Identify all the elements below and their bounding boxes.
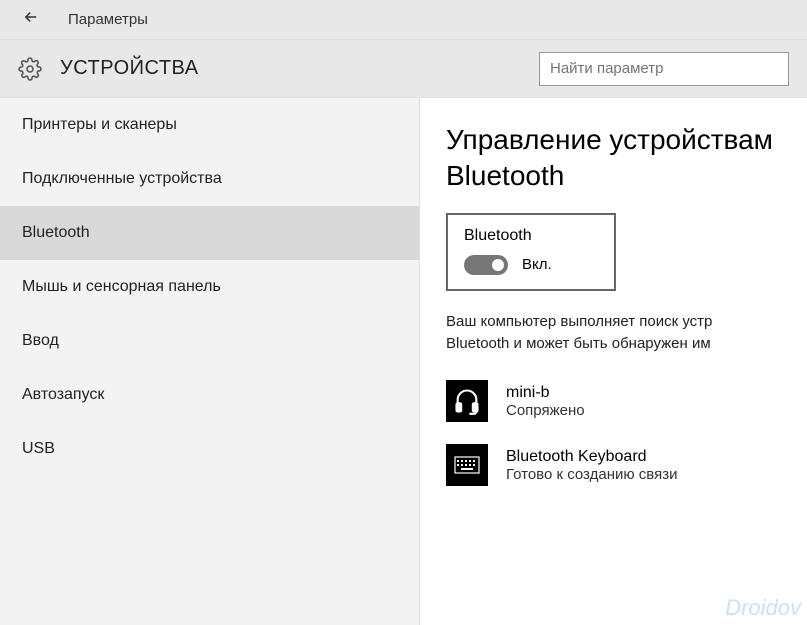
category-title: УСТРОЙСТВА [60,57,199,80]
header-row: УСТРОЙСТВА [0,40,807,98]
keyboard-icon [446,444,488,486]
sidebar-item-connected-devices[interactable]: Подключенные устройства [0,152,419,206]
sidebar-item-typing[interactable]: Ввод [0,314,419,368]
status-line2: Bluetooth и может быть обнаружен им [446,335,711,352]
toggle-label: Bluetooth [464,227,598,245]
sidebar: Принтеры и сканеры Подключенные устройст… [0,98,420,625]
sidebar-item-usb[interactable]: USB [0,422,419,476]
sidebar-item-printers[interactable]: Принтеры и сканеры [0,98,419,152]
status-line1: Ваш компьютер выполняет поиск устр [446,313,712,330]
back-button[interactable] [12,0,50,40]
sidebar-item-autoplay[interactable]: Автозапуск [0,368,419,422]
gear-icon [18,57,42,81]
device-status: Сопряжено [506,402,585,419]
bluetooth-toggle[interactable] [464,255,508,275]
headset-icon [446,380,488,422]
toggle-knob [492,259,504,271]
device-item[interactable]: Bluetooth Keyboard Готово к созданию свя… [446,444,807,486]
sidebar-item-bluetooth[interactable]: Bluetooth [0,206,419,260]
device-name: mini-b [506,384,585,402]
device-item[interactable]: mini-b Сопряжено [446,380,807,422]
title-bar: Параметры [0,0,807,40]
discovery-status: Ваш компьютер выполняет поиск устр Bluet… [446,311,807,355]
content-panel: Управление устройствам Bluetooth Bluetoo… [420,98,807,625]
page-heading: Управление устройствам Bluetooth [446,122,807,195]
toggle-state-label: Вкл. [522,256,552,273]
search-input[interactable] [539,52,789,86]
heading-line2: Bluetooth [446,160,564,191]
device-status: Готово к созданию связи [506,466,677,483]
window-title: Параметры [68,11,148,28]
heading-line1: Управление устройствам [446,124,773,155]
device-name: Bluetooth Keyboard [506,448,677,466]
bluetooth-toggle-section: Bluetooth Вкл. [446,213,616,291]
sidebar-item-mouse-touchpad[interactable]: Мышь и сенсорная панель [0,260,419,314]
